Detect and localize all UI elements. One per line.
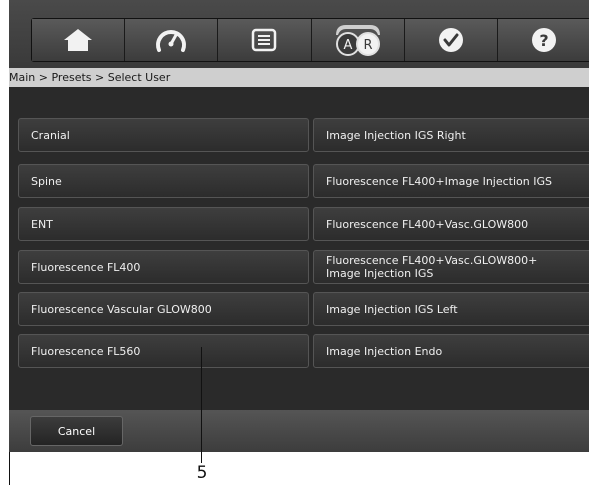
ar-mode-button[interactable]: A R bbox=[311, 19, 405, 61]
confirm-button[interactable] bbox=[404, 19, 498, 61]
preset-label: Fluorescence FL560 bbox=[31, 344, 141, 358]
preset-label: Fluorescence Vascular GLOW800 bbox=[31, 302, 212, 316]
breadcrumb-text: Main > Presets > Select User bbox=[9, 71, 171, 84]
preset-label: Image Injection Endo bbox=[326, 344, 443, 358]
preset-image-injection-igs-right[interactable]: Image Injection IGS Right bbox=[313, 118, 589, 152]
preset-image-injection-endo[interactable]: Image Injection Endo bbox=[313, 334, 589, 368]
preset-label: Spine bbox=[31, 174, 62, 188]
home-icon bbox=[64, 29, 93, 51]
preset-fluorescence-vascular-glow800[interactable]: Fluorescence Vascular GLOW800 bbox=[18, 292, 309, 326]
preset-label: Fluorescence FL400+Image Injection IGS bbox=[326, 174, 552, 188]
preset-image-injection-igs-left[interactable]: Image Injection IGS Left bbox=[313, 292, 589, 326]
preset-ent[interactable]: ENT bbox=[18, 207, 309, 241]
callout-leader-line bbox=[201, 347, 202, 463]
preset-fl400-vasc-glow800-image-injection-igs[interactable]: Fluorescence FL400+Vasc.GLOW800+ Image I… bbox=[313, 250, 589, 284]
cancel-button[interactable]: Cancel bbox=[30, 416, 123, 446]
preset-fluorescence-fl400[interactable]: Fluorescence FL400 bbox=[18, 250, 309, 284]
cancel-label: Cancel bbox=[57, 424, 96, 438]
device-screen: A R ? Main > Presets > Select User Crani bbox=[9, 0, 589, 452]
preset-label: Fluorescence FL400 bbox=[31, 260, 141, 274]
help-icon: ? bbox=[531, 28, 556, 52]
preset-spine[interactable]: Spine bbox=[18, 164, 309, 198]
preset-label: Fluorescence FL400+Vasc.GLOW800+ Image I… bbox=[326, 254, 538, 280]
speedometer-icon bbox=[156, 30, 187, 52]
help-button[interactable]: ? bbox=[497, 19, 589, 61]
list-icon bbox=[252, 28, 277, 52]
icon-toolbar: A R ? bbox=[31, 18, 589, 62]
breadcrumb: Main > Presets > Select User bbox=[9, 68, 589, 87]
preset-label: ENT bbox=[31, 217, 53, 231]
preset-label: Image Injection IGS Left bbox=[326, 302, 458, 316]
ar-letter-r: R bbox=[363, 38, 372, 53]
callout-number: 5 bbox=[196, 463, 208, 483]
preset-fluorescence-fl560[interactable]: Fluorescence FL560 bbox=[18, 334, 309, 368]
preset-label: Cranial bbox=[31, 128, 70, 142]
preset-label: Image Injection IGS Right bbox=[326, 128, 466, 142]
ar-toggle-icon: A R bbox=[335, 25, 380, 56]
footer-bar: Cancel bbox=[9, 410, 589, 452]
preset-fl400-vasc-glow800[interactable]: Fluorescence FL400+Vasc.GLOW800 bbox=[313, 207, 589, 241]
dashboard-button[interactable] bbox=[125, 19, 219, 61]
check-icon bbox=[438, 28, 463, 52]
preset-label: Fluorescence FL400+Vasc.GLOW800 bbox=[326, 217, 529, 231]
preset-grid: Cranial Spine ENT Fluorescence FL400 Flu… bbox=[9, 87, 589, 410]
top-toolbar: A R ? bbox=[9, 0, 589, 68]
home-button[interactable] bbox=[32, 19, 126, 61]
list-button[interactable] bbox=[218, 19, 312, 61]
ar-letter-a: A bbox=[343, 38, 352, 53]
preset-cranial[interactable]: Cranial bbox=[18, 118, 309, 152]
preset-fl400-image-injection-igs[interactable]: Fluorescence FL400+Image Injection IGS bbox=[313, 164, 589, 198]
figure-frame-line bbox=[9, 452, 10, 485]
help-glyph: ? bbox=[539, 31, 548, 50]
